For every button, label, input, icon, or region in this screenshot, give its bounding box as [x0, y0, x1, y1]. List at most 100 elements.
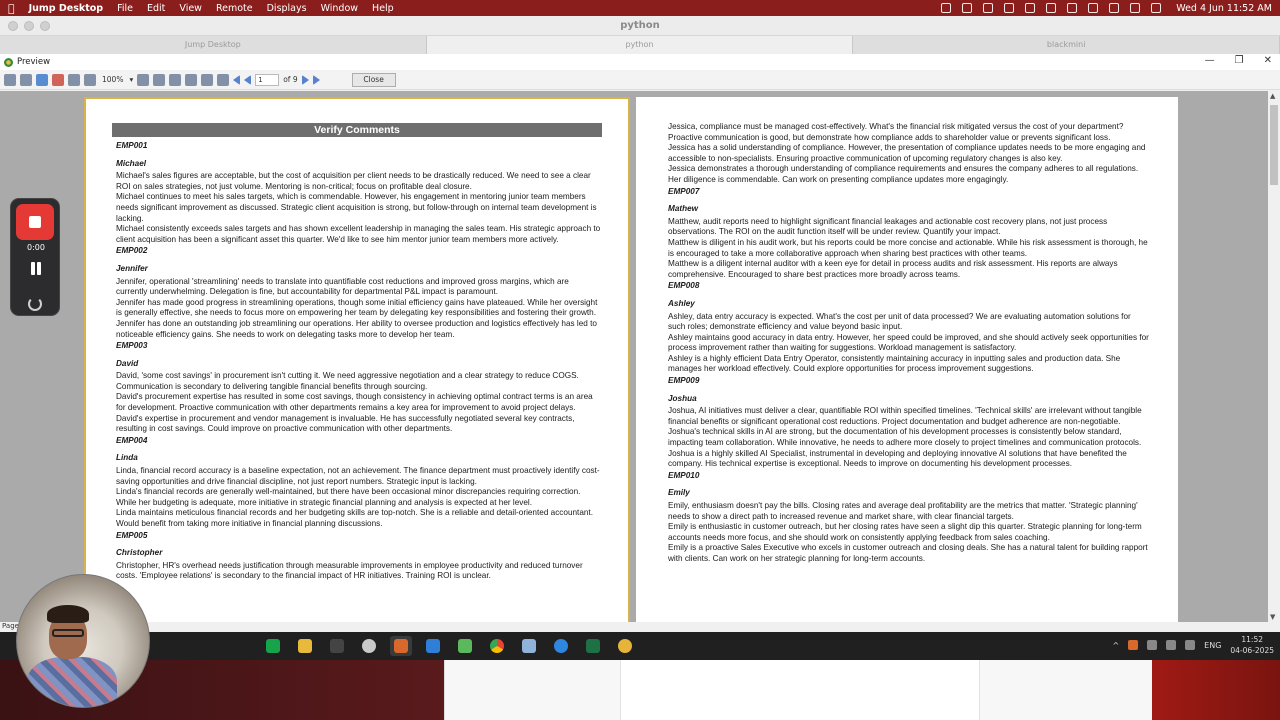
- print-icon[interactable]: [4, 73, 16, 86]
- tab-jump-desktop[interactable]: Jump Desktop: [0, 36, 427, 54]
- menu-edit[interactable]: Edit: [147, 3, 165, 14]
- taskbar-app-printer[interactable]: [358, 636, 380, 656]
- taskbar-app-console[interactable]: [326, 636, 348, 656]
- two-page-icon[interactable]: [185, 73, 198, 86]
- comment-text: Matthew, audit reports need to highlight…: [668, 216, 1108, 237]
- battery-icon[interactable]: [1088, 3, 1099, 13]
- print-setup-icon[interactable]: [20, 73, 32, 86]
- comment-text: Jessica demonstrates a thorough understa…: [668, 164, 1139, 184]
- pdf-export-icon[interactable]: [52, 73, 64, 86]
- scrollbar-thumb[interactable]: [1270, 105, 1278, 185]
- save-icon[interactable]: [36, 73, 48, 86]
- chevron-down-icon[interactable]: ▾: [129, 75, 133, 84]
- taskbar-app-chrome[interactable]: [486, 636, 508, 656]
- jump-tab-bar: Jump Desktop python blackmini: [0, 36, 1280, 54]
- wifi-icon[interactable]: [1109, 3, 1120, 13]
- taskbar-app-explorer[interactable]: [294, 636, 316, 656]
- taskbar-app-excel[interactable]: [582, 636, 604, 656]
- tab-python[interactable]: python: [426, 36, 854, 54]
- status-icon[interactable]: [1025, 3, 1036, 13]
- comment-text: Ashley, data entry accuracy is expected.…: [668, 311, 1131, 332]
- taskbar-app-edge[interactable]: [550, 636, 572, 656]
- employee-name: Linda: [116, 453, 138, 463]
- taskbar-app-misc[interactable]: [614, 636, 636, 656]
- language-indicator[interactable]: ENG: [1204, 641, 1221, 650]
- taskbar-app-terminal[interactable]: [262, 636, 284, 656]
- status-icon[interactable]: [1067, 3, 1078, 13]
- close-button[interactable]: Close: [351, 72, 396, 87]
- left-page-content: EMP001 Michael Michael's sales figures are…: [112, 141, 602, 582]
- apple-icon[interactable]: : [8, 2, 15, 15]
- tray-icon[interactable]: [1128, 640, 1139, 650]
- taskbar-app-vscode[interactable]: [422, 636, 444, 656]
- single-page-icon[interactable]: [169, 73, 182, 86]
- zoom-in-icon[interactable]: [84, 73, 96, 86]
- status-icon[interactable]: [962, 3, 973, 13]
- taskbar-clock[interactable]: 11:52 04-06-2025: [1230, 634, 1274, 656]
- menubar-app-name[interactable]: Jump Desktop: [29, 3, 103, 14]
- comment-text: Christopher, HR's overhead needs justifi…: [116, 560, 583, 581]
- screen:  Jump Desktop File Edit View Remote Dis…: [0, 0, 1280, 720]
- zoom-out-icon[interactable]: [137, 73, 150, 86]
- comment-text: Joshua is a highly skilled AI Specialist…: [668, 448, 1127, 469]
- menu-help[interactable]: Help: [372, 3, 394, 14]
- taskbar-app-preview[interactable]: [390, 636, 412, 656]
- employee-name: Jennifer: [116, 263, 148, 273]
- network-icon[interactable]: [1166, 640, 1177, 650]
- pause-icon[interactable]: [29, 262, 43, 276]
- report-page-1: Verify Comments EMP001 Michael Michael's s…: [84, 97, 630, 622]
- menu-remote[interactable]: Remote: [216, 3, 253, 14]
- taskbar-date: 04-06-2025: [1230, 646, 1274, 655]
- comment-text: Linda's financial records are generally …: [116, 487, 581, 507]
- volume-icon[interactable]: [1185, 640, 1196, 650]
- chevron-up-icon[interactable]: ^: [1112, 641, 1119, 650]
- comment-text: Ashley maintains good accuracy in data e…: [668, 332, 1149, 353]
- last-page-icon[interactable]: [312, 74, 320, 85]
- restore-icon[interactable]: ❐: [1235, 55, 1244, 66]
- taskbar-app-package[interactable]: [454, 636, 476, 656]
- preview-app-icon: [4, 57, 13, 67]
- webcam-overlay: [16, 574, 150, 708]
- restart-icon[interactable]: [28, 297, 42, 311]
- page-number-input[interactable]: 1: [255, 73, 280, 86]
- first-page-icon[interactable]: [233, 74, 241, 85]
- mac-desktop-background: [0, 660, 1280, 720]
- previous-page-icon[interactable]: [244, 74, 252, 85]
- menu-displays[interactable]: Displays: [267, 3, 307, 14]
- multi-page-icon[interactable]: [201, 73, 214, 86]
- tray-icon[interactable]: [1147, 640, 1158, 650]
- menu-window[interactable]: Window: [321, 3, 358, 14]
- minimize-icon[interactable]: —: [1205, 55, 1215, 66]
- control-center-icon[interactable]: [1151, 3, 1162, 13]
- thumbnail-icon[interactable]: [217, 73, 230, 86]
- close-icon[interactable]: ✕: [1264, 55, 1272, 66]
- background-window: [620, 660, 980, 720]
- status-icon[interactable]: [983, 3, 994, 13]
- status-icon[interactable]: [1004, 3, 1015, 13]
- scroll-down-icon[interactable]: ▼: [1270, 613, 1275, 621]
- vertical-scrollbar[interactable]: ▲ ▼: [1268, 91, 1280, 622]
- status-icon[interactable]: [941, 3, 952, 13]
- comment-text: Jessica has a solid understanding of com…: [668, 143, 1146, 163]
- preview-title: Preview: [17, 57, 51, 67]
- stop-recording-button[interactable]: [16, 204, 54, 240]
- comment-text: David, 'some cost savings' in procuremen…: [116, 371, 579, 391]
- windows-taskbar: ^ ENG 11:52 04-06-2025: [0, 632, 1280, 660]
- zoom-select[interactable]: 100%: [100, 75, 125, 84]
- status-icon[interactable]: [1046, 3, 1057, 13]
- status-bar: Page: [0, 622, 1280, 632]
- menu-file[interactable]: File: [117, 3, 133, 14]
- fit-page-icon[interactable]: [153, 73, 166, 86]
- menu-view[interactable]: View: [179, 3, 202, 14]
- remote-desktop: Preview — ❐ ✕ 100% ▾ 1 of 9 Close Verify…: [0, 54, 1280, 660]
- find-icon[interactable]: [68, 73, 80, 86]
- employee-id: EMP008: [668, 281, 700, 291]
- scroll-up-icon[interactable]: ▲: [1270, 92, 1275, 100]
- search-icon[interactable]: [1130, 3, 1141, 13]
- comment-text: David's procurement expertise has result…: [116, 392, 593, 413]
- preview-viewer[interactable]: Verify Comments EMP001 Michael Michael's s…: [0, 91, 1280, 622]
- taskbar-app-notes[interactable]: [518, 636, 540, 656]
- menubar-clock[interactable]: Wed 4 Jun 11:52 AM: [1176, 3, 1272, 14]
- tab-blackmini[interactable]: blackmini: [853, 36, 1280, 54]
- next-page-icon[interactable]: [301, 74, 309, 85]
